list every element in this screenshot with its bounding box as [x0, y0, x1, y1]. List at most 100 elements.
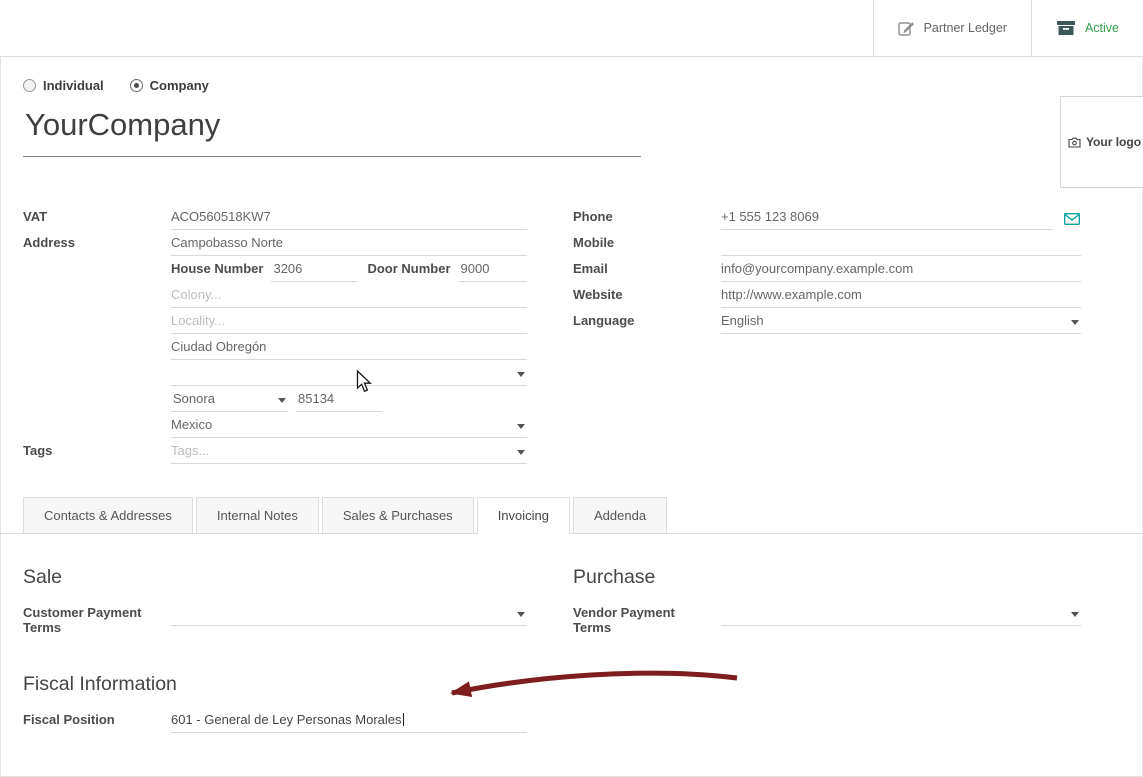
language-row: Language English [573, 309, 1081, 335]
zip-input[interactable]: 85134 [296, 387, 382, 412]
door-number-label: Door Number [357, 257, 458, 279]
company-radio-label: Company [150, 78, 209, 93]
fiscal-position-input[interactable]: 601 - General de Ley Personas Morales [171, 708, 527, 733]
vat-input[interactable]: ACO560518KW7 [171, 205, 527, 230]
mobile-row: Mobile [573, 231, 1081, 257]
email-input[interactable]: info@yourcompany.example.com [721, 257, 1081, 282]
state-zip-row: Sonora 85134 [23, 387, 527, 413]
chevron-down-icon [517, 612, 525, 617]
fiscal-position-label: Fiscal Position [23, 708, 171, 727]
chevron-down-icon [278, 398, 286, 403]
notebook-tabs: Contacts & Addresses Internal Notes Sale… [0, 497, 1143, 534]
chevron-down-icon [517, 424, 525, 429]
vat-row: VAT ACO560518KW7 [23, 205, 527, 231]
tags-row: Tags Tags... [23, 439, 527, 465]
company-logo-upload[interactable]: Your logo [1060, 96, 1143, 188]
address-label: Address [23, 231, 171, 250]
municipality-select[interactable] [171, 361, 527, 386]
country-value: Mexico [171, 417, 212, 432]
phone-input[interactable]: +1 555 123 8069 [721, 205, 1053, 230]
edit-icon [898, 20, 915, 37]
phone-label: Phone [573, 205, 721, 224]
vendor-payment-terms-select[interactable] [721, 601, 1081, 626]
sms-envelope-icon[interactable] [1064, 213, 1080, 225]
customer-payment-terms-label: Customer Payment Terms [23, 601, 171, 635]
tab-sales-purchases[interactable]: Sales & Purchases [322, 497, 474, 533]
tags-input[interactable]: Tags... [171, 439, 527, 464]
tags-label: Tags [23, 439, 171, 458]
email-row: Email info@yourcompany.example.com [573, 257, 1081, 283]
company-type-radio-group: Individual Company [23, 78, 1120, 93]
phone-row: Phone +1 555 123 8069 [573, 205, 1081, 231]
street-input[interactable]: Campobasso Norte [171, 231, 527, 256]
city-row: Ciudad Obregón [23, 335, 527, 361]
customer-payment-terms-select[interactable] [171, 601, 527, 626]
company-name-input[interactable]: YourCompany [23, 103, 641, 157]
tab-addenda[interactable]: Addenda [573, 497, 667, 533]
tab-invoicing[interactable]: Invoicing [477, 497, 570, 534]
email-label: Email [573, 257, 721, 276]
active-label: Active [1085, 21, 1119, 35]
partner-ledger-button[interactable]: Partner Ledger [873, 0, 1031, 56]
tags-placeholder: Tags... [171, 443, 209, 458]
camera-icon [1068, 137, 1081, 148]
purchase-section-title: Purchase [573, 566, 1081, 589]
mobile-input[interactable] [721, 231, 1081, 256]
municipality-row [23, 361, 527, 387]
tab-contacts-addresses[interactable]: Contacts & Addresses [23, 497, 193, 533]
form-sheet: Individual Company YourCompany Your logo… [0, 78, 1143, 734]
vendor-payment-terms-label: Vendor Payment Terms [573, 601, 721, 635]
right-column: Phone +1 555 123 8069 Mobile Email info@… [573, 205, 1081, 335]
chevron-down-icon [1071, 320, 1079, 325]
language-select[interactable]: English [721, 309, 1081, 334]
chevron-down-icon [517, 450, 525, 455]
language-value: English [721, 313, 764, 328]
customer-payment-terms-row: Customer Payment Terms [23, 601, 527, 635]
fiscal-position-value: 601 - General de Ley Personas Morales [171, 712, 402, 727]
sale-section-title: Sale [23, 566, 527, 589]
website-input[interactable]: http://www.example.com [721, 283, 1081, 308]
text-cursor [403, 713, 404, 726]
state-value: Sonora [173, 391, 215, 406]
chevron-down-icon [1071, 612, 1079, 617]
logo-label: Your logo [1086, 135, 1141, 149]
radio-icon [23, 79, 36, 92]
door-number-input[interactable]: 9000 [459, 257, 527, 282]
individual-radio[interactable]: Individual [23, 78, 104, 93]
active-button[interactable]: Active [1031, 0, 1143, 56]
locality-input[interactable]: Locality... [171, 309, 527, 334]
phone-value: +1 555 123 8069 [721, 209, 819, 224]
website-row: Website http://www.example.com [573, 283, 1081, 309]
house-number-label: House Number [171, 257, 271, 279]
partner-ledger-label: Partner Ledger [924, 21, 1007, 35]
fiscal-position-row: Fiscal Position 601 - General de Ley Per… [23, 708, 527, 734]
invoicing-tab-content: Sale Customer Payment Terms Purchase Ven… [23, 534, 1120, 734]
state-select[interactable]: Sonora [171, 387, 288, 412]
country-row: Mexico [23, 413, 527, 439]
vendor-payment-terms-row: Vendor Payment Terms [573, 601, 1081, 635]
tab-internal-notes[interactable]: Internal Notes [196, 497, 319, 533]
topbar: Partner Ledger Active [0, 0, 1143, 57]
left-column: VAT ACO560518KW7 Address Campobasso Nort… [23, 205, 527, 465]
house-door-row: House Number 3206 Door Number 9000 [23, 257, 527, 283]
archive-icon [1056, 20, 1076, 36]
house-number-input[interactable]: 3206 [271, 257, 357, 282]
purchase-group: Purchase Vendor Payment Terms [573, 550, 1081, 635]
company-radio[interactable]: Company [130, 78, 209, 93]
locality-row: Locality... [23, 309, 527, 335]
colony-row: Colony... [23, 283, 527, 309]
chevron-down-icon [517, 372, 525, 377]
radio-checked-icon [130, 79, 143, 92]
colony-input[interactable]: Colony... [171, 283, 527, 308]
fields-grid: VAT ACO560518KW7 Address Campobasso Nort… [23, 205, 1120, 465]
mobile-label: Mobile [573, 231, 721, 250]
country-select[interactable]: Mexico [171, 413, 527, 438]
website-label: Website [573, 283, 721, 302]
city-input[interactable]: Ciudad Obregón [171, 335, 527, 360]
street-row: Address Campobasso Norte [23, 231, 527, 257]
vat-label: VAT [23, 205, 171, 224]
language-label: Language [573, 309, 721, 328]
fiscal-information-title: Fiscal Information [23, 673, 1120, 696]
sale-group: Sale Customer Payment Terms [23, 550, 527, 635]
individual-radio-label: Individual [43, 78, 104, 93]
